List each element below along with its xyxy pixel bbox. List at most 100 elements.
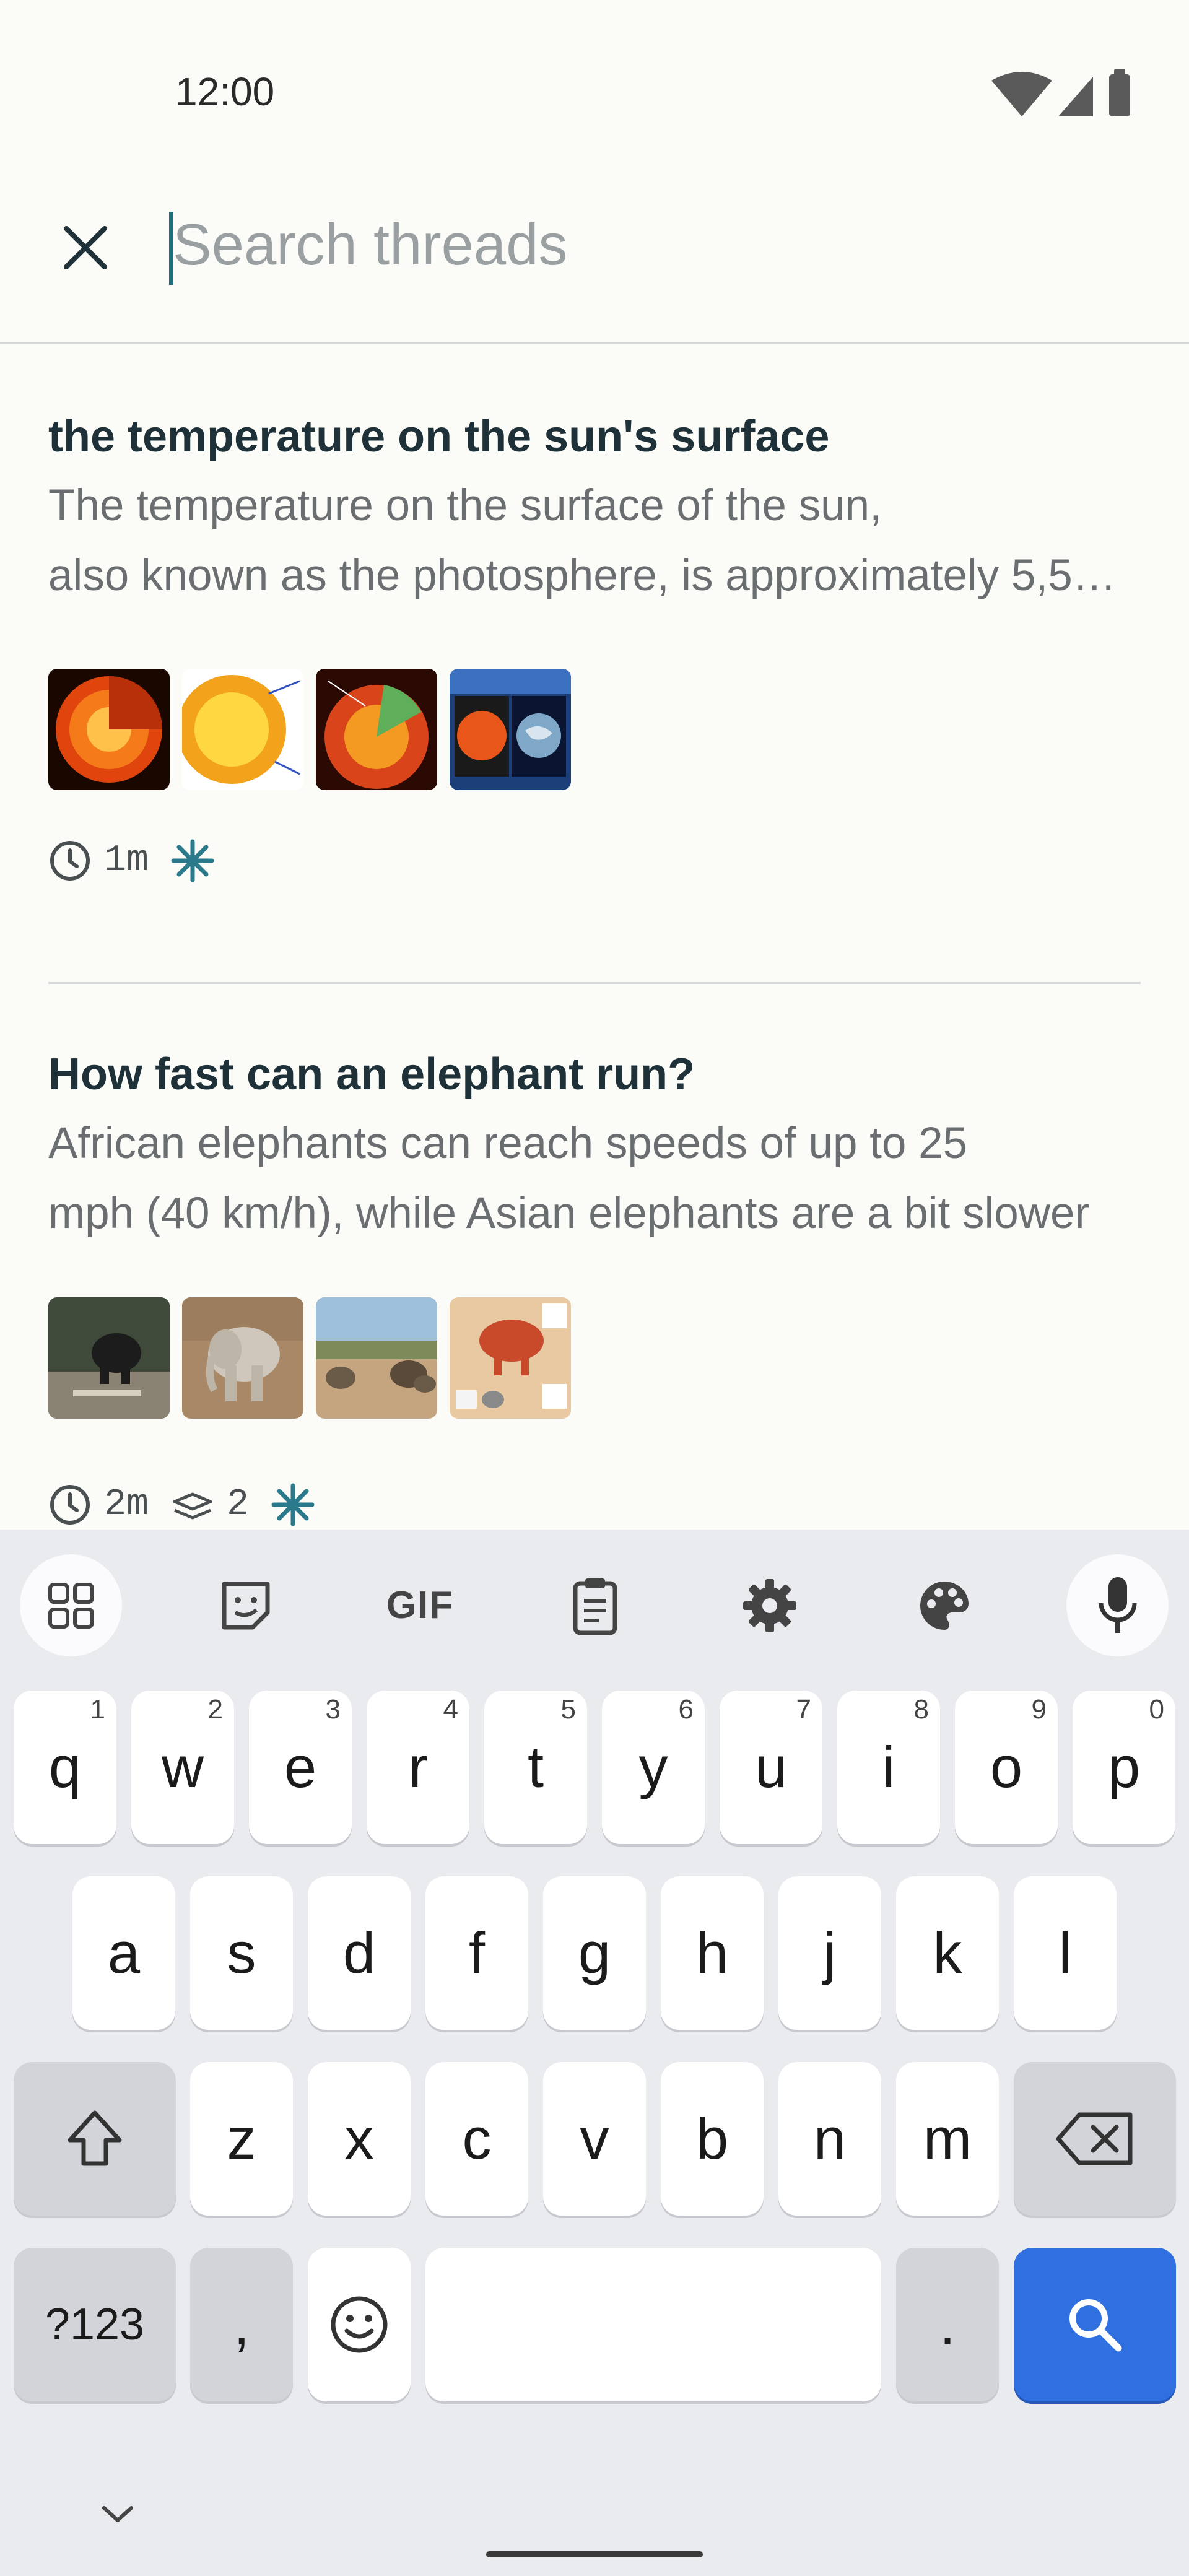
- close-button[interactable]: [48, 211, 123, 285]
- thread-divider: [48, 982, 1141, 984]
- thumbnail-sun-layers[interactable]: [182, 669, 303, 790]
- key-hint: 2: [207, 1694, 223, 1725]
- thumbnail-elephant-herd[interactable]: [316, 1297, 437, 1419]
- key-label: p: [1107, 1734, 1141, 1799]
- key-l[interactable]: l: [1014, 1876, 1117, 2030]
- shift-key[interactable]: [14, 2062, 176, 2216]
- clipboard-icon: [573, 1578, 617, 1635]
- wifi-icon: [991, 72, 1052, 116]
- key-d[interactable]: d: [308, 1876, 411, 2030]
- thread-item[interactable]: the temperature on the sun's surface The…: [48, 409, 1141, 929]
- signal-icon: [1058, 77, 1093, 116]
- key-e[interactable]: e3: [249, 1690, 352, 1844]
- thumbnail-row: [48, 1297, 571, 1419]
- key-i[interactable]: i8: [837, 1690, 940, 1844]
- key-m[interactable]: m: [896, 2062, 999, 2216]
- key-k[interactable]: k: [896, 1876, 999, 2030]
- comma-key[interactable]: ,: [190, 2248, 293, 2401]
- settings-icon: [743, 1578, 796, 1632]
- key-r[interactable]: r4: [367, 1690, 469, 1844]
- sticker-button[interactable]: [194, 1554, 297, 1656]
- emoji-key[interactable]: [308, 2248, 411, 2401]
- key-label: i: [882, 1734, 895, 1799]
- theme-button[interactable]: [893, 1554, 995, 1656]
- thread-snippet: The temperature on the surface of the su…: [48, 471, 1141, 611]
- voice-input-button[interactable]: [1066, 1554, 1169, 1656]
- key-q[interactable]: q1: [14, 1690, 116, 1844]
- thread-time: 2m: [48, 1483, 149, 1526]
- spark-icon: [171, 839, 214, 882]
- navigation-handle[interactable]: [486, 2551, 703, 2557]
- thumbnail-sun-earth-temperature[interactable]: [450, 669, 571, 790]
- key-label: q: [48, 1734, 82, 1799]
- thumbnail-elephant-dark[interactable]: [48, 1297, 170, 1419]
- key-hint: 0: [1149, 1694, 1164, 1725]
- clock-icon: [50, 1485, 90, 1525]
- key-y[interactable]: y6: [602, 1690, 705, 1844]
- key-z[interactable]: z: [190, 2062, 293, 2216]
- key-label: o: [990, 1734, 1023, 1799]
- thumbnail-sun-core[interactable]: [48, 669, 170, 790]
- snippet-line: The temperature on the surface of the su…: [48, 481, 882, 530]
- thread-snippet: African elephants can reach speeds of up…: [48, 1108, 1141, 1248]
- key-label: u: [754, 1734, 788, 1799]
- layers-icon: [173, 1492, 212, 1520]
- key-p[interactable]: p0: [1073, 1690, 1175, 1844]
- thread-time: 1m: [48, 839, 149, 882]
- key-hint: 4: [443, 1694, 458, 1725]
- backspace-key[interactable]: [1014, 2062, 1176, 2216]
- key-hint: 5: [560, 1694, 576, 1725]
- key-g[interactable]: g: [543, 1876, 646, 2030]
- thread-title: the temperature on the sun's surface: [48, 412, 830, 461]
- thumbnail-sun-interior[interactable]: [316, 669, 437, 790]
- mic-icon: [1099, 1577, 1136, 1633]
- key-s[interactable]: s: [190, 1876, 293, 2030]
- key-c[interactable]: c: [425, 2062, 528, 2216]
- search-action-key[interactable]: [1014, 2248, 1176, 2401]
- key-v[interactable]: v: [543, 2062, 646, 2216]
- key-hint: 7: [796, 1694, 811, 1725]
- key-f[interactable]: f: [425, 1876, 528, 2030]
- thread-title: How fast can an elephant run?: [48, 1050, 695, 1099]
- battery-icon: [1109, 69, 1130, 116]
- gif-label: GIF: [386, 1584, 455, 1627]
- search-input[interactable]: [170, 204, 1136, 285]
- key-a[interactable]: a: [72, 1876, 175, 2030]
- thread-time-label: 2m: [104, 1484, 149, 1526]
- thread-spark: [171, 839, 214, 882]
- gif-button[interactable]: GIF: [369, 1554, 471, 1656]
- emoji-icon: [331, 2296, 388, 2353]
- snippet-line: mph (40 km/h), while Asian elephants are…: [48, 1189, 1090, 1238]
- search-header: [0, 161, 1189, 344]
- backspace-icon: [1056, 2112, 1133, 2165]
- key-u[interactable]: u7: [720, 1690, 822, 1844]
- key-n[interactable]: n: [778, 2062, 881, 2216]
- apps-icon: [48, 1582, 94, 1629]
- clock-icon: [50, 841, 90, 881]
- thumbnail-elephant-infographic[interactable]: [450, 1297, 571, 1419]
- key-x[interactable]: x: [308, 2062, 411, 2216]
- thread-item[interactable]: How fast can an elephant run? African el…: [48, 1046, 1141, 1536]
- key-w[interactable]: w2: [131, 1690, 234, 1844]
- key-j[interactable]: j: [778, 1876, 881, 2030]
- symbols-key[interactable]: ?123: [14, 2248, 176, 2401]
- thumbnail-elephant-walking[interactable]: [182, 1297, 303, 1419]
- thread-meta: 1m: [48, 836, 237, 886]
- key-t[interactable]: t5: [484, 1690, 587, 1844]
- key-o[interactable]: o9: [955, 1690, 1058, 1844]
- clipboard-button[interactable]: [544, 1554, 646, 1656]
- apps-button[interactable]: [20, 1554, 122, 1656]
- space-key[interactable]: [425, 2248, 881, 2401]
- key-label: e: [284, 1734, 317, 1799]
- key-label: y: [638, 1734, 668, 1799]
- search-icon: [1069, 2299, 1122, 2352]
- settings-button[interactable]: [718, 1554, 821, 1656]
- key-b[interactable]: b: [661, 2062, 764, 2216]
- snippet-line: also known as the photosphere, is approx…: [48, 551, 1141, 600]
- key-hint: 8: [913, 1694, 929, 1725]
- key-h[interactable]: h: [661, 1876, 764, 2030]
- keyboard-collapse-button[interactable]: [87, 2483, 149, 2545]
- key-hint: 9: [1031, 1694, 1047, 1725]
- period-key[interactable]: .: [896, 2248, 999, 2401]
- soft-keyboard: GIF q 1 w 2 e 3 r 4 t 5 y 6 u 7 i 8 o 9 …: [0, 1530, 1189, 2576]
